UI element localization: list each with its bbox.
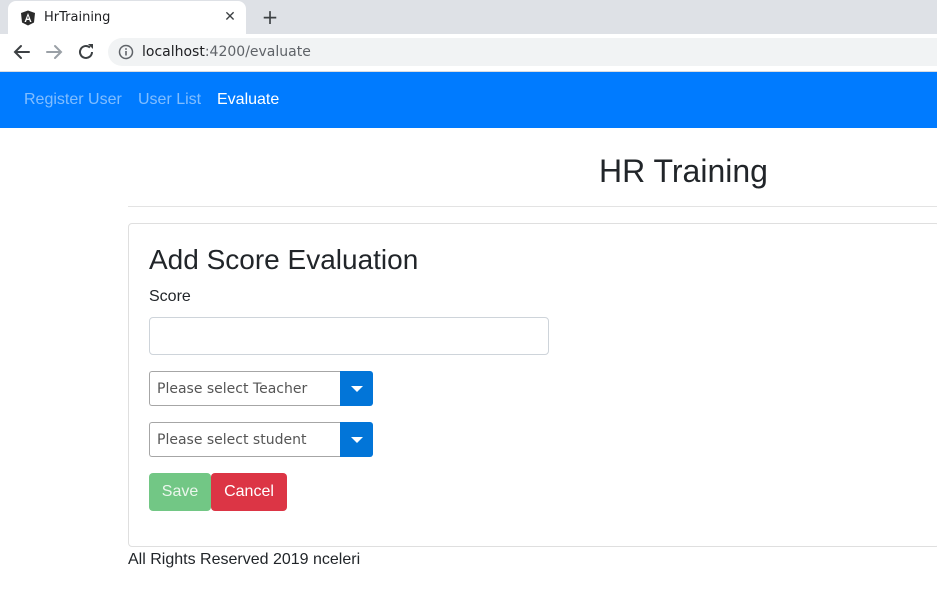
caret-down-icon	[351, 386, 363, 392]
nav-user-list[interactable]: User List	[138, 91, 201, 109]
nav-evaluate[interactable]: Evaluate	[217, 91, 279, 109]
cancel-button[interactable]: Cancel	[211, 473, 287, 511]
url-text[interactable]: localhost:4200/evaluate	[142, 44, 311, 60]
tab-title: HrTraining	[44, 10, 111, 25]
footer-text: All Rights Reserved 2019 nceleri	[128, 551, 361, 568]
teacher-select-placeholder: Please select Teacher	[157, 381, 308, 397]
app-navbar: Register User User List Evaluate	[0, 72, 937, 128]
back-icon[interactable]	[10, 40, 34, 64]
browser-toolbar: localhost:4200/evaluate	[0, 34, 937, 72]
student-select-box[interactable]: Please select student	[149, 422, 340, 457]
score-label: Score	[149, 288, 191, 305]
student-select-placeholder: Please select student	[157, 432, 307, 448]
browser-tab[interactable]: HrTraining ✕	[8, 1, 246, 34]
teacher-dropdown-button[interactable]	[340, 371, 373, 406]
teacher-select-box[interactable]: Please select Teacher	[149, 371, 340, 406]
info-icon[interactable]	[118, 44, 134, 60]
page-title: HR Training	[599, 153, 768, 189]
save-button[interactable]: Save	[149, 473, 211, 511]
browser-tabstrip: HrTraining ✕ +	[0, 0, 937, 34]
student-dropdown-button[interactable]	[340, 422, 373, 457]
divider	[128, 206, 937, 207]
close-icon[interactable]: ✕	[220, 7, 240, 27]
reload-icon[interactable]	[74, 40, 98, 64]
teacher-select[interactable]: Please select Teacher	[149, 371, 373, 406]
angular-icon	[21, 10, 35, 26]
new-tab-icon[interactable]: +	[258, 5, 282, 29]
url-host: localhost	[142, 44, 205, 60]
student-select[interactable]: Please select student	[149, 422, 373, 457]
nav-register-user[interactable]: Register User	[24, 91, 122, 109]
caret-down-icon	[351, 437, 363, 443]
form-title: Add Score Evaluation	[149, 244, 419, 275]
url-path: :4200/evaluate	[204, 44, 311, 60]
address-bar[interactable]: localhost:4200/evaluate	[108, 38, 937, 66]
score-input[interactable]	[149, 317, 549, 355]
forward-icon[interactable]	[42, 40, 66, 64]
